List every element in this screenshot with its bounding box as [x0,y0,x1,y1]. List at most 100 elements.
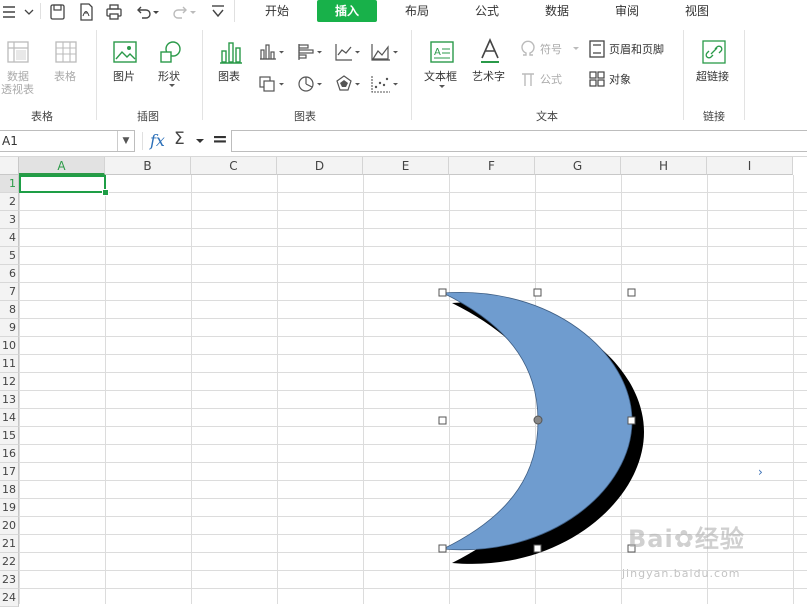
row-header-20[interactable]: 20 [0,517,19,535]
row-header-9[interactable]: 9 [0,319,19,337]
row-header-15[interactable]: 15 [0,427,19,445]
textbox-button[interactable]: 文本框 [424,68,457,84]
column-header-g[interactable]: G [535,157,621,175]
row-header-4[interactable]: 4 [0,229,19,247]
row-header-24[interactable]: 24 [0,589,19,607]
selection-handle-left[interactable] [438,416,447,425]
shapes-button[interactable]: 形状 [158,68,180,84]
redo-icon[interactable] [170,2,198,22]
save-icon[interactable] [48,2,68,22]
customize-icon[interactable] [208,2,228,22]
row-header-21[interactable]: 21 [0,535,19,553]
formula-input[interactable] [231,130,807,152]
row-header-16[interactable]: 16 [0,445,19,463]
column-header-e[interactable]: E [363,157,449,175]
table-button[interactable]: 表格 [54,68,76,84]
pie-chart-icon[interactable] [296,74,324,94]
selection-handle-right[interactable] [627,416,636,425]
textbox-icon: A [429,40,455,64]
tab-formulas[interactable]: 公式 [465,0,509,22]
hyperlink-button[interactable]: 超链接 [696,68,729,84]
combo-chart-icon[interactable] [258,74,286,94]
column-header-i[interactable]: I [707,157,793,175]
column-header-d[interactable]: D [277,157,363,175]
selection-handle-bottom[interactable] [533,544,542,553]
picture-icon [113,40,137,64]
row-header-18[interactable]: 18 [0,481,19,499]
row-header-22[interactable]: 22 [0,553,19,571]
sum-icon[interactable]: Σ [174,129,185,149]
pivot-table-label-2[interactable]: 透视表 [1,81,34,97]
chevron-down-icon[interactable] [22,2,36,22]
row-header-5[interactable]: 5 [0,247,19,265]
selection-handle-top[interactable] [533,288,542,297]
row-header-3[interactable]: 3 [0,211,19,229]
line-chart-icon[interactable] [334,42,362,62]
toolbar-divider [234,0,235,22]
fill-handle[interactable] [102,189,109,196]
row-header-10[interactable]: 10 [0,337,19,355]
row-header-12[interactable]: 12 [0,373,19,391]
chevron-down-icon[interactable] [438,84,446,90]
row-header-7[interactable]: 7 [0,283,19,301]
wordart-button[interactable]: 艺术字 [472,68,505,84]
row-header-8[interactable]: 8 [0,301,19,319]
active-cell[interactable] [19,175,106,193]
chevron-down-icon[interactable] [195,138,205,144]
wordart-icon [478,38,502,64]
print-icon[interactable] [104,2,124,22]
tab-view[interactable]: 视图 [675,0,719,22]
insert-function-icon[interactable]: fx [150,131,165,150]
column-chart-icon[interactable] [258,42,286,62]
row-header-17[interactable]: 17 [0,463,19,481]
tab-layout[interactable]: 布局 [395,0,439,22]
row-header-6[interactable]: 6 [0,265,19,283]
chevron-down-icon[interactable]: ▼ [117,131,134,151]
tab-review[interactable]: 审阅 [605,0,649,22]
column-header-c[interactable]: C [191,157,277,175]
equals-icon[interactable]: = [212,128,228,150]
selection-handle-top-right[interactable] [627,288,636,297]
group-label-text: 文本 [536,110,558,123]
column-header-h[interactable]: H [621,157,707,175]
radar-chart-icon[interactable] [334,74,362,94]
bar-chart-icon[interactable] [296,42,324,62]
tab-insert[interactable]: 插入 [317,0,377,22]
watermark-logo: Bai✿经验 [628,519,745,554]
paw-icon: ✿ [673,525,695,553]
picture-button[interactable]: 图片 [113,68,135,84]
group-divider [744,30,745,120]
scatter-chart-icon[interactable] [370,74,400,94]
select-all-corner[interactable] [0,157,19,175]
row-header-1[interactable]: 1 [0,175,19,193]
hyperlink-icon [702,40,726,64]
name-box[interactable]: A1 ▼ [0,130,135,152]
object-button[interactable]: 对象 [609,71,631,87]
row-header-11[interactable]: 11 [0,355,19,373]
adjustment-handle[interactable] [533,415,543,425]
undo-icon[interactable] [133,2,161,22]
selection-handle-bottom-left[interactable] [438,544,447,553]
moon-shape[interactable] [430,283,660,573]
row-header-19[interactable]: 19 [0,499,19,517]
equation-button[interactable]: 公式 [540,71,562,87]
row-header-2[interactable]: 2 [0,193,19,211]
chevron-down-icon[interactable] [572,46,580,52]
column-header-f[interactable]: F [449,157,535,175]
chevron-down-icon[interactable] [168,83,176,89]
row-header-13[interactable]: 13 [0,391,19,409]
tab-home[interactable]: 开始 [255,0,299,22]
selection-handle-top-left[interactable] [438,288,447,297]
column-header-b[interactable]: B [105,157,191,175]
area-chart-icon[interactable] [370,42,400,62]
row-header-23[interactable]: 23 [0,571,19,589]
tab-data[interactable]: 数据 [535,0,579,22]
symbol-button[interactable]: 符号 [540,41,562,57]
chart-button[interactable]: 图表 [218,68,240,84]
column-header-a[interactable]: A [19,157,105,175]
header-footer-button[interactable]: 页眉和页脚 [609,41,664,57]
export-pdf-icon[interactable] [76,2,96,22]
row-header-14[interactable]: 14 [0,409,19,427]
svg-text:A: A [434,47,441,58]
hamburger-menu-icon[interactable] [0,2,20,22]
